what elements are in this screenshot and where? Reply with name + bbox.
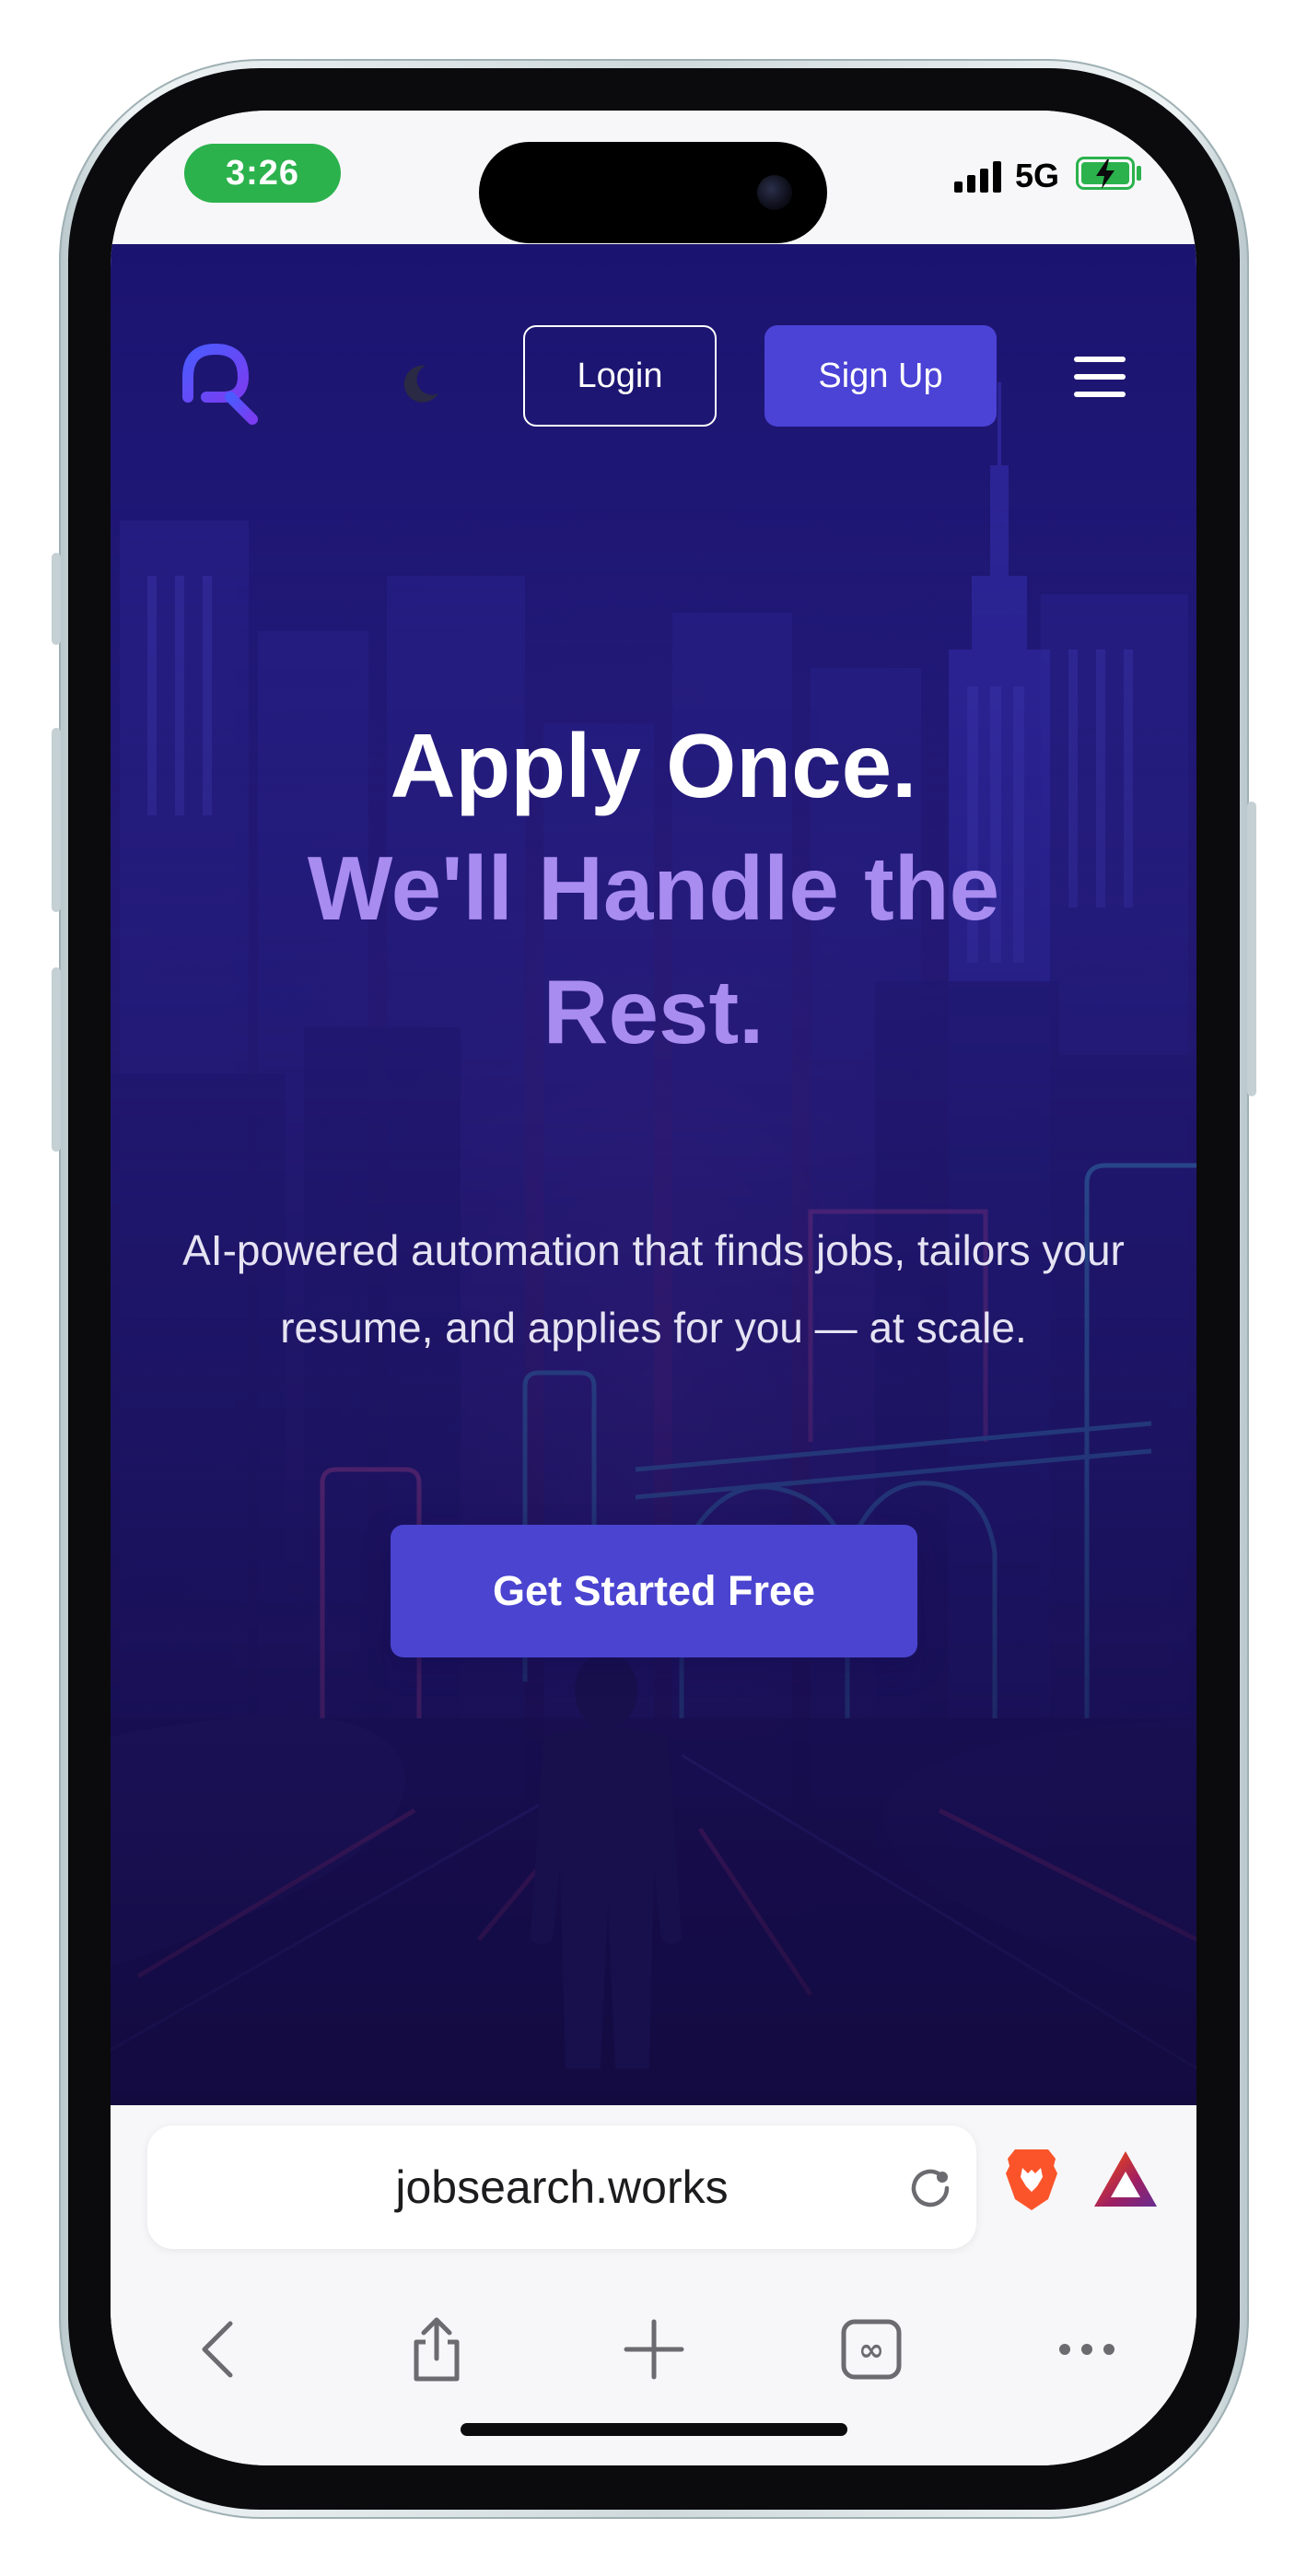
more-button[interactable]	[1032, 2289, 1142, 2409]
status-bar: 3:26 5G	[111, 111, 1196, 244]
cellular-signal-icon	[954, 161, 1004, 193]
hero-subtitle: AI-powered automation that finds jobs, t…	[182, 1226, 1125, 1352]
city-skyline-illustration	[111, 244, 1196, 2105]
network-type: 5G	[1015, 157, 1060, 194]
tab-count: ∞	[858, 2332, 884, 2369]
web-page[interactable]: Login Sign Up Apply Once. We'll Handle t…	[111, 244, 1196, 2105]
action-button	[52, 553, 61, 645]
address-bar[interactable]: jobsearch.works	[147, 2125, 976, 2249]
share-button[interactable]	[381, 2289, 492, 2409]
bat-rewards-icon[interactable]	[1092, 2149, 1159, 2208]
hamburger-menu-icon[interactable]	[1074, 357, 1126, 397]
battery-icon	[1076, 157, 1135, 190]
tabs-icon: ∞	[841, 2319, 902, 2380]
share-icon	[414, 2317, 460, 2382]
battery-cap	[1137, 166, 1141, 181]
charging-bolt-icon	[1096, 159, 1114, 189]
brave-lion-icon[interactable]	[1002, 2146, 1061, 2212]
hero-title: Apply Once.	[390, 715, 917, 816]
url-text[interactable]: jobsearch.works	[147, 2125, 976, 2249]
status-time: 3:26	[184, 144, 341, 203]
browser-toolbar: jobsearch.works ∞	[111, 2105, 1196, 2465]
tabs-button[interactable]: ∞	[816, 2289, 927, 2409]
login-button[interactable]: Login	[523, 325, 717, 427]
reload-icon[interactable]	[903, 2160, 958, 2216]
hero-title-accent: We'll Handle the Rest.	[307, 837, 1000, 1062]
volume-up-button	[52, 728, 61, 912]
dynamic-island	[479, 142, 827, 243]
signup-button[interactable]: Sign Up	[764, 325, 997, 427]
back-button[interactable]	[166, 2289, 276, 2409]
jobsearch-logo-icon[interactable]	[175, 336, 267, 428]
power-button	[1247, 802, 1256, 1096]
new-tab-icon	[624, 2319, 684, 2380]
browser-nav-row: ∞	[111, 2289, 1196, 2409]
more-icon	[1059, 2344, 1114, 2355]
volume-down-button	[52, 967, 61, 1152]
back-icon	[202, 2321, 233, 2378]
moon-icon[interactable]	[398, 360, 444, 406]
new-tab-button[interactable]	[599, 2289, 709, 2409]
get-started-button[interactable]: Get Started Free	[391, 1525, 917, 1657]
phone-screen: 3:26 5G Login Sign Up Apply Once. We'll …	[111, 111, 1196, 2465]
home-indicator[interactable]	[461, 2423, 847, 2436]
front-camera	[757, 175, 792, 210]
